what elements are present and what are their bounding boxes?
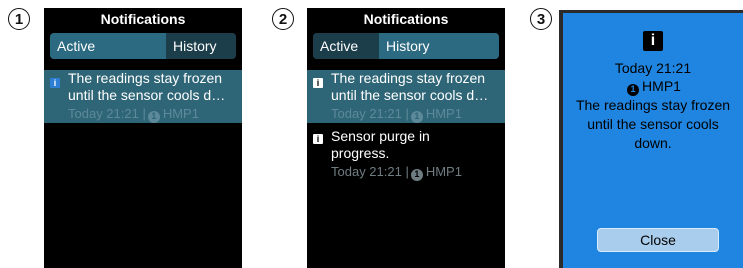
dialog-device-name: HMP1: [642, 78, 681, 94]
notification-time: Today 21:21 |: [68, 106, 146, 121]
device-number-icon: 1: [410, 168, 423, 181]
notification-device: HMP1: [162, 106, 199, 121]
info-icon: i: [313, 134, 323, 144]
notification-item[interactable]: i Sensor purge in progress. Today 21:21 …: [307, 126, 505, 182]
notification-line-1: The readings stay frozen: [68, 70, 223, 86]
tab-history[interactable]: History: [166, 33, 236, 59]
notification-device: HMP1: [425, 164, 462, 179]
dialog-message-line-1: The readings stay frozen: [575, 97, 731, 113]
notification-message: The readings stay frozen until the senso…: [331, 70, 499, 104]
tab-history[interactable]: History: [379, 33, 499, 59]
notification-meta: Today 21:21 | 1 HMP1: [331, 106, 462, 123]
notification-dialog: i Today 21:21 1 HMP1 The readings stay fr…: [563, 13, 743, 268]
tab-bar: Active History: [50, 33, 236, 59]
screen-history: Notifications Active History i The readi…: [307, 8, 505, 268]
dialog-message-line-3: down.: [634, 135, 672, 151]
notification-meta: Today 21:21 | 1 HMP1: [331, 164, 462, 181]
device-number-icon: 1: [410, 110, 423, 123]
notification-line-2: until the sensor cools d…: [331, 87, 489, 103]
notification-message: Sensor purge in progress.: [331, 128, 499, 162]
dialog-device: 1 HMP1: [563, 78, 743, 96]
info-icon: i: [50, 78, 60, 88]
step-marker-3: 3: [530, 8, 552, 30]
screen-detail: i Today 21:21 1 HMP1 The readings stay fr…: [559, 10, 743, 268]
step-marker-1: 1: [8, 8, 30, 30]
device-number-icon: 1: [147, 110, 160, 123]
tab-bar: Active History: [313, 33, 499, 59]
dialog-message-line-2: until the sensor cools: [587, 116, 719, 132]
notification-time: Today 21:21 |: [331, 106, 409, 121]
screen-active: Notifications Active History i The readi…: [44, 8, 242, 268]
notification-line-1: Sensor purge in: [331, 128, 430, 144]
info-icon: i: [643, 31, 663, 51]
dialog-time: Today 21:21: [614, 60, 692, 76]
info-icon: i: [313, 78, 323, 88]
page-title: Notifications: [363, 11, 449, 27]
device-number-icon: 1: [627, 83, 640, 96]
notification-line-2: progress.: [331, 145, 390, 161]
notification-time: Today 21:21 |: [331, 164, 409, 179]
notification-line-1: The readings stay frozen: [331, 70, 486, 86]
page-title: Notifications: [100, 11, 186, 27]
notification-device: HMP1: [425, 106, 462, 121]
step-marker-2: 2: [272, 8, 294, 30]
tab-active[interactable]: Active: [313, 33, 379, 59]
notification-message: The readings stay frozen until the senso…: [68, 70, 236, 104]
tab-active[interactable]: Active: [50, 33, 166, 59]
notification-meta: Today 21:21 | 1 HMP1: [68, 106, 199, 123]
notification-item[interactable]: i The readings stay frozen until the sen…: [44, 70, 242, 123]
notification-item[interactable]: i The readings stay frozen until the sen…: [307, 70, 505, 123]
close-button[interactable]: Close: [597, 228, 719, 252]
notification-line-2: until the sensor cools d…: [68, 87, 226, 103]
